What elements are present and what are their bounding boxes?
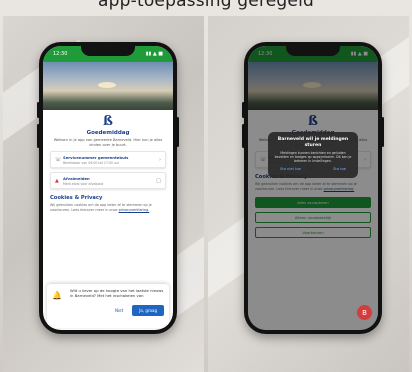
external-link-icon: □ xyxy=(156,177,161,184)
allow-button[interactable]: Sta toe xyxy=(333,167,346,171)
dialog-body: Meldingen kunnen berichten en geluiden b… xyxy=(274,150,352,163)
card-subtitle: Bereikbaar van 09:00 tot 17:00 uur xyxy=(63,160,120,165)
warning-icon: ▲ xyxy=(55,177,59,184)
phone-notch xyxy=(81,46,135,56)
phone-mockup-left: 12:30 ▮▮ ▲ ■ ß Goedemiddag Welkom in je … xyxy=(37,42,179,334)
phone-screen: 12:30 ▮▮ ▲ ■ ß Goedemiddag Welkom in je … xyxy=(248,46,378,330)
right-panel: 12:30 ▮▮ ▲ ■ ß Goedemiddag Welkom in je … xyxy=(208,16,409,372)
dialog-title: Barneveld wil je meldingen sturen xyxy=(277,137,349,148)
cookies-text: Wij gebruiken cookies om de app beter af… xyxy=(50,203,152,212)
phone-mockup-right: 12:30 ▮▮ ▲ ■ ß Goedemiddag Welkom in je … xyxy=(242,42,384,334)
decline-button[interactable]: Niet xyxy=(111,306,127,315)
notification-message: Wilt u liever op de hoogte van het laats… xyxy=(70,288,164,298)
greeting-title: Goedemiddag xyxy=(86,130,130,136)
privacy-link[interactable]: privacyverklaring. xyxy=(119,208,150,212)
phone-icon: ☏ xyxy=(55,156,62,163)
cookies-title: Cookies & Privacy xyxy=(50,195,103,202)
status-time: 12:30 xyxy=(53,51,68,57)
card-title: Servicenummer gemeentebuis xyxy=(63,154,129,160)
phone-notch xyxy=(286,46,340,56)
service-number-card[interactable]: ☏ Servicenummer gemeentebuis Bereikbaar … xyxy=(50,151,166,169)
chevron-right-icon: › xyxy=(159,156,161,163)
accept-button[interactable]: Ja, graag xyxy=(132,305,164,316)
notification-prompt: 🔔 Wilt u liever op de hoogte van het laa… xyxy=(47,284,169,328)
report-waste-card[interactable]: ▲ Afvalmelden Meld afval voor afvalpost … xyxy=(50,172,166,190)
status-icons: ▮▮ ▲ ■ xyxy=(145,51,163,57)
deny-button[interactable]: Sta niet toe xyxy=(280,167,301,171)
notification-permission-dialog: Barneveld wil je meldingen sturen Meldin… xyxy=(268,132,358,178)
intro-text: Welkom in je app van gemeente Barneveld.… xyxy=(53,138,163,147)
floating-action-button[interactable]: B xyxy=(357,305,372,320)
phone-screen: 12:30 ▮▮ ▲ ■ ß Goedemiddag Welkom in je … xyxy=(43,46,173,330)
left-panel: 12:30 ▮▮ ▲ ■ ß Goedemiddag Welkom in je … xyxy=(3,16,204,372)
hero-image xyxy=(43,62,173,110)
modal-overlay xyxy=(248,46,378,330)
bell-icon: 🔔 xyxy=(52,291,62,300)
card-subtitle: Meld afval voor afvalpost xyxy=(63,181,104,186)
card-title: Afvalmelden xyxy=(63,175,90,181)
brand-logo-icon: ß xyxy=(103,114,113,129)
page-caption: app-toepassing geregeld xyxy=(98,0,314,11)
